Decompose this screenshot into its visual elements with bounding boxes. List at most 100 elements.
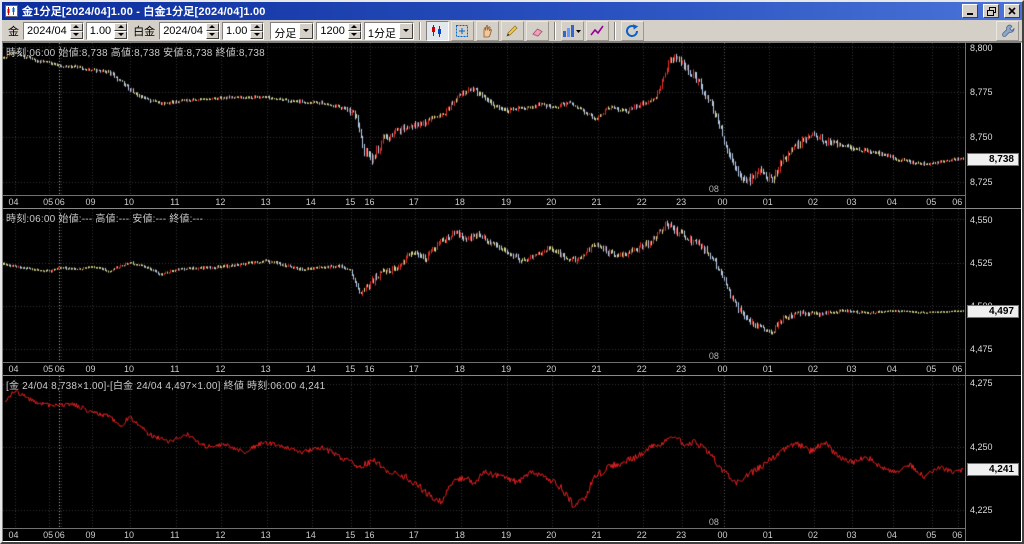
close-button[interactable] — [1004, 4, 1020, 18]
platinum-contract-value: 2024/04 — [163, 24, 203, 37]
time-tick-label: 06 — [54, 197, 65, 208]
eraser-button[interactable] — [525, 20, 549, 41]
platinum-contract-field[interactable]: 2024/04 — [159, 21, 220, 40]
spread-chart-panel: [金 24/04 8,738×1.00]-[白金 24/04 4,497×1.0… — [3, 375, 1021, 541]
time-tick-label: 14 — [305, 363, 316, 374]
time-tick-label: 02 — [807, 529, 818, 540]
time-tick-label: 21 — [591, 363, 602, 374]
spread-line-canvas[interactable] — [3, 375, 965, 528]
dropdown-arrow-icon[interactable] — [299, 22, 314, 39]
time-tick-label: 01 — [762, 363, 773, 374]
pencil-icon — [506, 25, 518, 37]
spin-down-icon[interactable] — [250, 30, 264, 39]
date-change-label: 08 — [708, 516, 719, 527]
price-tick-label: 4,525 — [970, 257, 993, 268]
gold-price-axis: 8,738 8,800 8,775 8,750 8,725 — [965, 43, 1021, 209]
titlebar[interactable]: 金1分足[2024/04]1.00 - 白金1分足[2024/04]1.00 — [2, 2, 1022, 20]
spin-down-icon[interactable] — [69, 30, 83, 39]
spread-time-axis: 04 05 06 09 10 11 12 13 14 15 16 17 18 19 20 21 22 23 00 01… — [3, 527, 965, 541]
time-tick-label: 05 — [43, 363, 54, 374]
minimize-button[interactable] — [962, 4, 978, 18]
chart-type-select[interactable]: 分足 — [270, 21, 315, 40]
time-tick-label: 19 — [501, 197, 512, 208]
platinum-multiplier-spinner[interactable] — [250, 22, 264, 39]
gold-label: 金 — [8, 25, 19, 38]
gold-contract-field[interactable]: 2024/04 — [23, 21, 84, 40]
bar-count-value: 1200 — [320, 24, 345, 37]
platinum-multiplier-field[interactable]: 1.00 — [221, 21, 265, 40]
pencil-button[interactable] — [500, 20, 524, 41]
time-tick-label: 04 — [886, 363, 897, 374]
time-tick-label: 12 — [215, 529, 226, 540]
time-tick-label: 20 — [546, 197, 557, 208]
interval-select[interactable]: 1分足 — [363, 21, 414, 40]
chart-window: 金1分足[2024/04]1.00 - 白金1分足[2024/04]1.00 金… — [0, 0, 1024, 544]
time-tick-label: 16 — [364, 363, 375, 374]
crosshair-button[interactable] — [450, 20, 474, 41]
line-chart-icon — [590, 25, 605, 35]
time-tick-label: 22 — [636, 363, 647, 374]
time-tick-label: 04 — [886, 529, 897, 540]
platinum-plot[interactable]: 時刻:06:00 始値:--- 高値:--- 安値:--- 終値:--- 08 — [3, 209, 965, 362]
time-tick-label: 13 — [260, 197, 271, 208]
time-tick-label: 05 — [926, 363, 937, 374]
candlestick-chart-button[interactable] — [425, 20, 449, 41]
time-tick-label: 18 — [454, 197, 465, 208]
spin-up-icon[interactable] — [205, 22, 219, 31]
restore-button[interactable] — [983, 4, 999, 18]
gold-multiplier-field[interactable]: 1.00 — [85, 21, 129, 40]
gold-contract-spinner[interactable] — [69, 22, 83, 39]
spin-up-icon[interactable] — [250, 22, 264, 31]
time-tick-label: 00 — [717, 197, 728, 208]
gold-plot[interactable]: 時刻:06:00 始値:8,738 高値:8,738 安値:8,738 終値:8… — [3, 43, 965, 196]
spin-down-icon[interactable] — [205, 30, 219, 39]
eraser-icon — [532, 27, 544, 37]
time-tick-label: 03 — [846, 197, 857, 208]
toolbar-separator — [553, 21, 556, 40]
time-tick-label: 18 — [454, 529, 465, 540]
platinum-candles-canvas[interactable] — [3, 209, 965, 362]
price-tick-label: 8,750 — [970, 132, 993, 143]
spin-down-icon[interactable] — [347, 30, 361, 39]
spin-down-icon[interactable] — [114, 30, 128, 39]
refresh-button[interactable] — [620, 20, 644, 41]
time-tick-label: 17 — [408, 363, 419, 374]
bar-count-field[interactable]: 1200 — [316, 21, 362, 40]
time-tick-label: 04 — [8, 197, 19, 208]
bar-count-spinner[interactable] — [347, 22, 361, 39]
time-tick-label: 21 — [591, 529, 602, 540]
spin-up-icon[interactable] — [347, 22, 361, 31]
price-tick-label: 4,275 — [970, 378, 993, 389]
gold-info-line: 時刻:06:00 始値:8,738 高値:8,738 安値:8,738 終値:8… — [6, 48, 265, 59]
platinum-contract-spinner[interactable] — [205, 22, 219, 39]
hand-icon — [484, 24, 493, 37]
platinum-chart-panel: 時刻:06:00 始値:--- 高値:--- 安値:--- 終値:--- 08 … — [3, 209, 1021, 376]
platinum-last-price: 4,497 — [967, 305, 1019, 319]
time-tick-label: 10 — [123, 363, 134, 374]
spin-up-icon[interactable] — [114, 22, 128, 31]
pan-hand-button[interactable] — [475, 20, 499, 41]
window-title: 金1分足[2024/04]1.00 - 白金1分足[2024/04]1.00 — [22, 6, 266, 18]
time-tick-label: 06 — [54, 529, 65, 540]
bar-chart-icon — [563, 24, 582, 37]
time-tick-label: 10 — [123, 529, 134, 540]
platinum-time-axis: 04 05 06 09 10 11 12 13 14 15 16 17 18 19 20 21 22 23 00 01… — [3, 361, 965, 375]
spin-up-icon[interactable] — [69, 22, 83, 31]
time-tick-label: 13 — [260, 363, 271, 374]
time-tick-label: 20 — [546, 529, 557, 540]
gold-contract-value: 2024/04 — [27, 24, 67, 37]
time-tick-label: 05 — [43, 197, 54, 208]
settings-button[interactable] — [996, 20, 1019, 41]
bar-chart-button[interactable] — [560, 20, 584, 41]
gold-multiplier-spinner[interactable] — [114, 22, 128, 39]
candlestick-chart-icon — [432, 24, 442, 37]
time-tick-label: 21 — [591, 197, 602, 208]
price-tick-label: 4,225 — [970, 504, 993, 515]
spread-plot[interactable]: [金 24/04 8,738×1.00]-[白金 24/04 4,497×1.0… — [3, 375, 965, 528]
time-tick-label: 13 — [260, 529, 271, 540]
gold-last-price: 8,738 — [967, 152, 1019, 166]
gold-candles-canvas[interactable] — [3, 43, 965, 195]
dropdown-arrow-icon[interactable] — [398, 22, 413, 39]
line-chart-button[interactable] — [585, 20, 609, 41]
time-tick-label: 19 — [501, 529, 512, 540]
